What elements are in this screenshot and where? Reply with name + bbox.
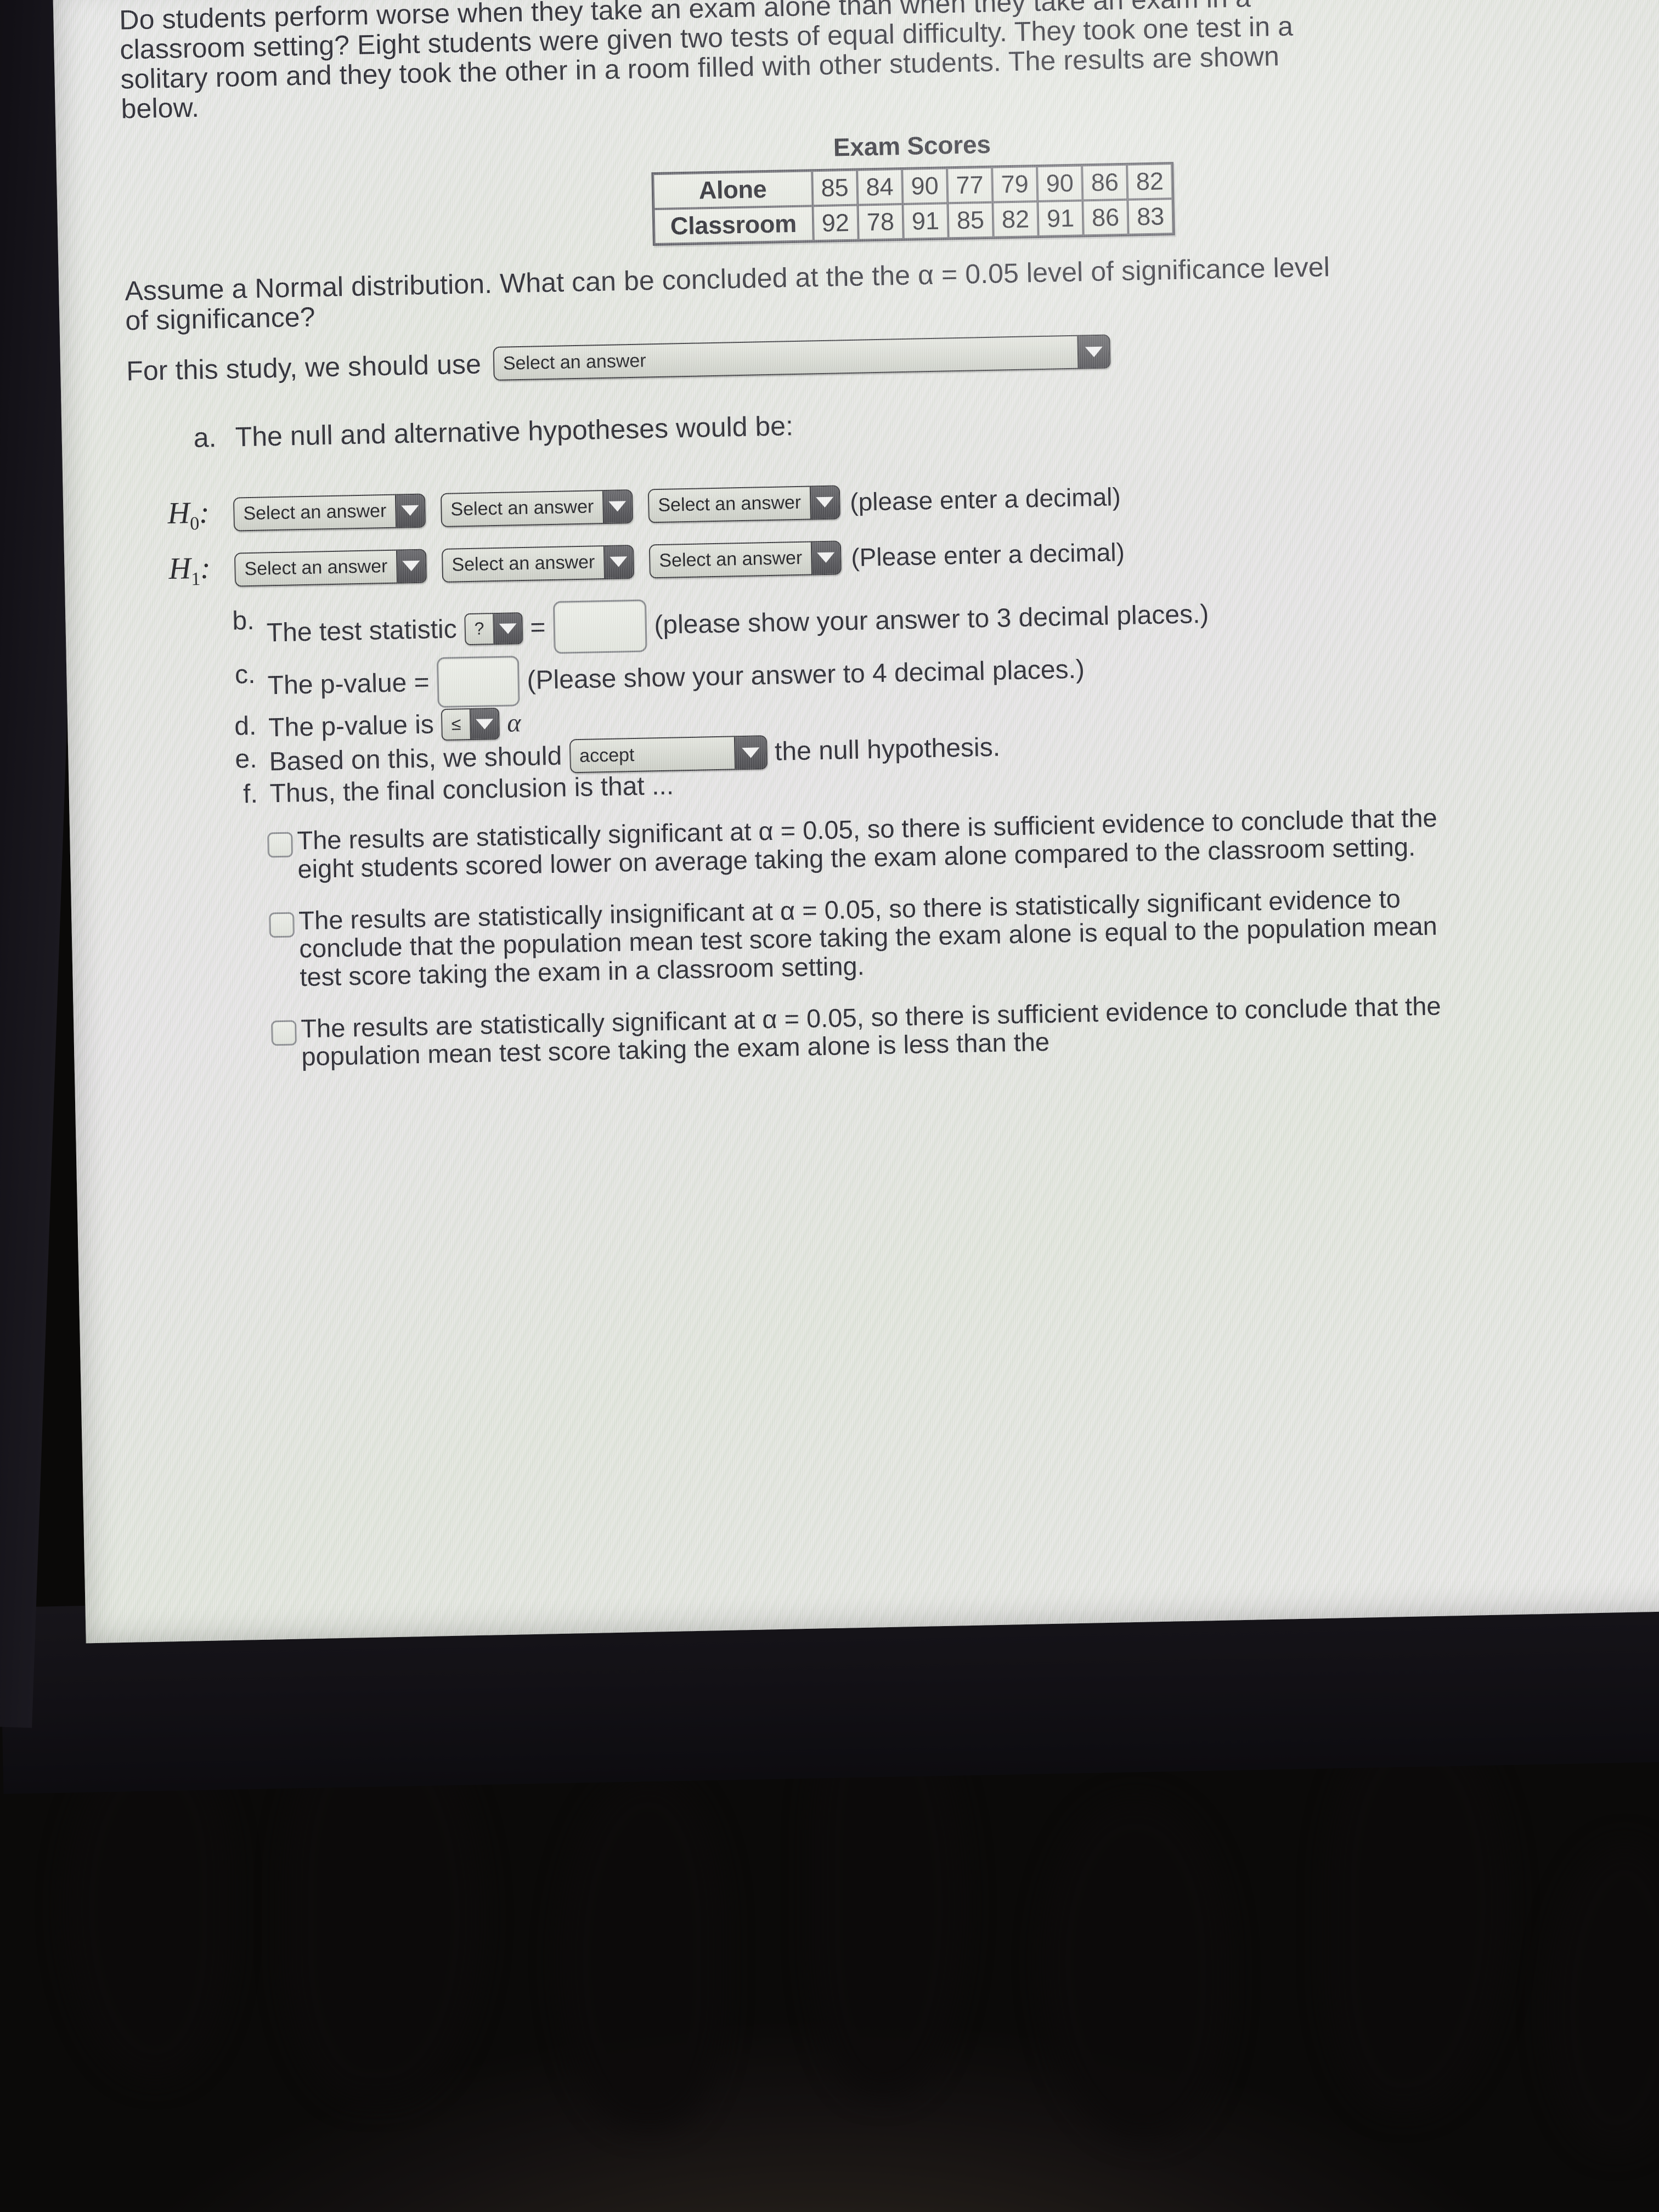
part-f-text: Thus, the final conclusion is that ... bbox=[269, 771, 674, 809]
checkbox-icon[interactable] bbox=[269, 912, 295, 938]
chevron-down-icon bbox=[396, 550, 426, 583]
part-d-marker: d. bbox=[234, 712, 257, 741]
h1-dropdown-1[interactable]: Select an answer bbox=[234, 549, 427, 587]
cell-classroom-6: 91 bbox=[1037, 200, 1084, 237]
cell-classroom-8: 83 bbox=[1127, 199, 1173, 235]
parts-list: b. The test statistic ? = (please show y… bbox=[219, 579, 1659, 809]
part-f-marker: f. bbox=[242, 780, 258, 809]
part-c-hint: (Please show your answer to 4 decimal pl… bbox=[527, 654, 1085, 695]
row-label-classroom: Classroom bbox=[653, 206, 814, 245]
homework-page: Do students perform worse when they take… bbox=[53, 0, 1659, 1643]
chevron-down-icon bbox=[1077, 335, 1110, 368]
h1-dropdown-1-value: Select an answer bbox=[244, 556, 388, 580]
problem-statement: Do students perform worse when they take… bbox=[119, 0, 1659, 125]
followup-question: Assume a Normal distribution. What can b… bbox=[125, 246, 1659, 336]
alpha-symbol: α bbox=[506, 708, 522, 738]
h0-hint: (please enter a decimal) bbox=[849, 482, 1121, 516]
h0-row: H0: Select an answer Select an answer Se… bbox=[167, 466, 1659, 535]
p-value-comparison-dropdown[interactable]: ≤ bbox=[441, 708, 500, 741]
chevron-down-icon bbox=[469, 709, 499, 740]
chevron-down-icon bbox=[809, 486, 839, 519]
conclusion-choice-2[interactable]: The results are statistically insignific… bbox=[269, 878, 1659, 992]
h1-hint: (Please enter a decimal) bbox=[850, 537, 1125, 572]
h0-dropdown-3[interactable]: Select an answer bbox=[647, 484, 840, 523]
decision-dropdown-value: accept bbox=[579, 744, 635, 767]
cell-classroom-4: 85 bbox=[947, 202, 994, 239]
chevron-down-icon bbox=[394, 494, 425, 527]
cell-alone-5: 79 bbox=[992, 166, 1038, 202]
h1-label: H1: bbox=[168, 551, 211, 590]
study-type-row: For this study, we should use Select an … bbox=[126, 323, 1659, 388]
test-statistic-dropdown[interactable]: ? bbox=[464, 612, 523, 646]
cell-alone-4: 77 bbox=[947, 167, 993, 204]
part-b-text: The test statistic bbox=[266, 614, 458, 648]
exam-scores-table: Alone 85 84 90 77 79 90 86 82 Classroom … bbox=[651, 162, 1175, 246]
photo-scene: Do students perform worse when they take… bbox=[0, 0, 1659, 2212]
h0-dropdown-2-value: Select an answer bbox=[450, 496, 594, 520]
part-e-marker: e. bbox=[234, 744, 258, 774]
part-b-marker: b. bbox=[232, 606, 255, 636]
h0-dropdown-2[interactable]: Select an answer bbox=[440, 489, 634, 527]
row-label-alone: Alone bbox=[653, 171, 813, 210]
exam-scores-table-wrapper: Exam Scores Alone 85 84 90 77 79 90 86 8… bbox=[122, 116, 1659, 257]
checkbox-icon[interactable] bbox=[271, 1020, 297, 1046]
test-statistic-dropdown-value: ? bbox=[474, 618, 484, 639]
chevron-down-icon bbox=[603, 545, 634, 578]
h0-dropdown-1-value: Select an answer bbox=[243, 500, 387, 524]
h1-dropdown-2[interactable]: Select an answer bbox=[441, 544, 635, 583]
conclusion-choice-1[interactable]: The results are statistically significan… bbox=[267, 799, 1659, 884]
cell-alone-1: 85 bbox=[811, 170, 858, 206]
study-type-dropdown[interactable]: Select an answer bbox=[493, 334, 1111, 381]
cell-classroom-2: 78 bbox=[857, 204, 904, 240]
part-b-hint: (please show your answer to 3 decimal pl… bbox=[653, 599, 1209, 640]
part-a-text: The null and alternative hypotheses woul… bbox=[235, 410, 794, 453]
conclusion-choice-3-label: The results are statistically significan… bbox=[300, 991, 1441, 1071]
part-d-text: The p-value is bbox=[268, 710, 435, 743]
h1-row: H1: Select an answer Select an answer Se… bbox=[168, 521, 1659, 590]
cell-classroom-5: 82 bbox=[992, 201, 1039, 238]
cell-alone-3: 90 bbox=[901, 168, 948, 204]
h1-dropdown-3-value: Select an answer bbox=[659, 548, 803, 572]
conclusion-choice-1-label: The results are statistically significan… bbox=[296, 803, 1438, 884]
decision-dropdown[interactable]: accept bbox=[569, 735, 768, 774]
part-a-heading: a. The null and alternative hypotheses w… bbox=[193, 392, 1659, 454]
test-statistic-input[interactable] bbox=[552, 599, 647, 654]
cell-classroom-1: 92 bbox=[812, 205, 859, 241]
h1-dropdown-2-value: Select an answer bbox=[452, 551, 595, 575]
cell-classroom-3: 91 bbox=[902, 203, 949, 239]
part-e-text-after: the null hypothesis. bbox=[774, 732, 1001, 766]
exam-scores-title: Exam Scores bbox=[833, 129, 991, 162]
p-value-input[interactable] bbox=[436, 656, 520, 708]
cell-alone-7: 86 bbox=[1082, 164, 1128, 201]
part-a-marker: a. bbox=[193, 422, 217, 454]
study-type-label: For this study, we should use bbox=[126, 348, 482, 387]
part-c-text: The p-value = bbox=[267, 668, 430, 701]
conclusion-choices: The results are statistically significan… bbox=[267, 799, 1659, 1072]
part-a: a. The null and alternative hypotheses w… bbox=[167, 392, 1659, 590]
h0-dropdown-3-value: Select an answer bbox=[658, 492, 802, 516]
part-e-text: Based on this, we should bbox=[269, 741, 562, 777]
cell-alone-8: 82 bbox=[1127, 163, 1173, 200]
conclusion-choice-2-label: The results are statistically insignific… bbox=[298, 883, 1438, 992]
chevron-down-icon bbox=[492, 613, 522, 644]
cell-classroom-7: 86 bbox=[1082, 199, 1128, 236]
conclusion-choice-3[interactable]: The results are statistically significan… bbox=[271, 986, 1659, 1071]
h0-label: H0: bbox=[167, 495, 210, 534]
h1-dropdown-3[interactable]: Select an answer bbox=[648, 540, 842, 579]
cell-alone-2: 84 bbox=[856, 169, 903, 205]
h0-dropdown-1[interactable]: Select an answer bbox=[233, 493, 426, 532]
part-c-marker: c. bbox=[234, 660, 256, 690]
chevron-down-icon bbox=[602, 490, 632, 523]
cell-alone-6: 90 bbox=[1037, 165, 1083, 202]
chevron-down-icon bbox=[733, 736, 766, 769]
laptop-screen: Do students perform worse when they take… bbox=[53, 0, 1659, 1644]
p-value-comparison-value: ≤ bbox=[451, 714, 461, 735]
part-b-equals: = bbox=[529, 613, 546, 642]
checkbox-icon[interactable] bbox=[267, 832, 294, 858]
chevron-down-icon bbox=[810, 541, 840, 574]
study-type-dropdown-value: Select an answer bbox=[503, 349, 647, 374]
